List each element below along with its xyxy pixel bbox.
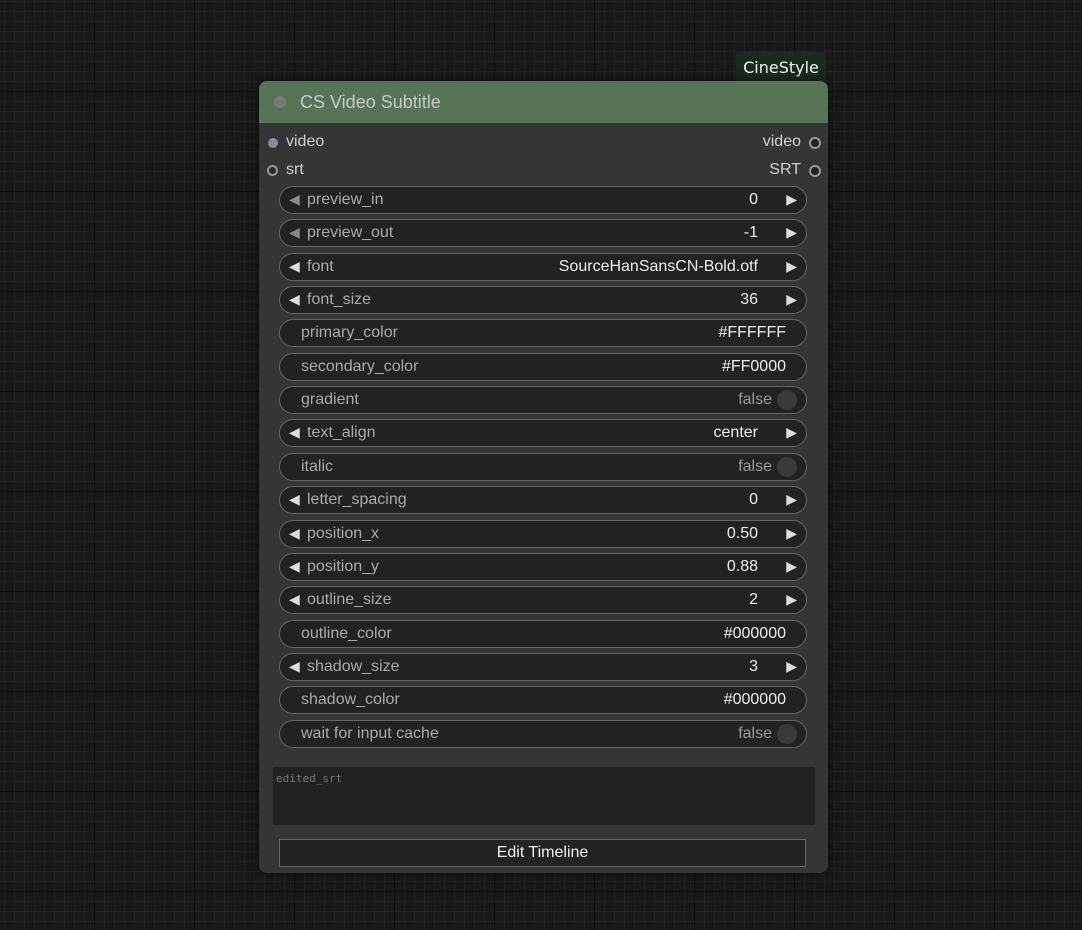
decrement-arrow-icon[interactable]: ◀ — [289, 658, 300, 675]
widget-label: shadow_color — [301, 691, 400, 708]
decrement-arrow-icon[interactable]: ◀ — [289, 224, 300, 241]
widget-font-size[interactable]: ◀ font_size 36 ▶ — [279, 286, 807, 314]
srt-output-dot-icon[interactable] — [809, 165, 821, 177]
increment-arrow-icon[interactable]: ▶ — [786, 558, 797, 575]
slot-row-srt: srt SRT — [259, 160, 828, 182]
widget-label: letter_spacing — [307, 491, 407, 508]
widget-value[interactable]: 0.88 — [727, 558, 758, 576]
widget-secondary-color[interactable]: secondary_color #FF0000 — [279, 353, 807, 381]
widget-label: gradient — [301, 391, 359, 408]
widget-value[interactable]: #000000 — [724, 625, 786, 643]
widget-value[interactable]: center — [714, 424, 758, 442]
collapse-dot-icon[interactable] — [274, 96, 286, 108]
toggle-knob-icon[interactable] — [777, 457, 797, 477]
widget-position-x[interactable]: ◀ position_x 0.50 ▶ — [279, 520, 807, 548]
widget-value: false — [738, 458, 772, 475]
srt-input-dot-icon[interactable] — [267, 165, 278, 176]
widget-shadow-size[interactable]: ◀ shadow_size 3 ▶ — [279, 653, 807, 681]
increment-arrow-icon[interactable]: ▶ — [786, 658, 797, 675]
widget-label: position_x — [307, 525, 380, 542]
widget-shadow-color[interactable]: shadow_color #000000 — [279, 686, 807, 714]
slot-row-video: video video — [259, 132, 828, 154]
widget-value[interactable]: #000000 — [724, 691, 786, 709]
widget-label: font_size — [307, 291, 372, 308]
widget-label: preview_out — [307, 224, 394, 241]
widget-outline-size[interactable]: ◀ outline_size 2 ▶ — [279, 586, 807, 614]
video-input-dot-icon[interactable] — [268, 138, 278, 148]
decrement-arrow-icon[interactable]: ◀ — [289, 424, 300, 441]
edited-srt-textarea[interactable]: edited_srt — [273, 767, 815, 825]
widget-label: italic — [301, 458, 334, 475]
node-title-bar[interactable]: CS Video Subtitle — [259, 81, 828, 123]
increment-arrow-icon[interactable]: ▶ — [786, 258, 797, 275]
widget-value: false — [738, 725, 772, 742]
widget-value[interactable]: -1 — [744, 224, 758, 242]
increment-arrow-icon[interactable]: ▶ — [786, 224, 797, 241]
video-output-dot-icon[interactable] — [809, 137, 821, 149]
widget-preview-out[interactable]: ◀ preview_out -1 ▶ — [279, 219, 807, 247]
decrement-arrow-icon[interactable]: ◀ — [289, 491, 300, 508]
toggle-knob-icon[interactable] — [777, 724, 797, 744]
widget-label: outline_color — [301, 625, 392, 642]
widget-label: outline_size — [307, 591, 392, 608]
widget-label: font — [307, 258, 334, 275]
decrement-arrow-icon[interactable]: ◀ — [289, 291, 300, 308]
edit-timeline-button[interactable]: Edit Timeline — [279, 839, 806, 867]
widget-value[interactable]: #FF0000 — [722, 358, 786, 376]
decrement-arrow-icon[interactable]: ◀ — [289, 258, 300, 275]
decrement-arrow-icon[interactable]: ◀ — [289, 558, 300, 575]
widget-font[interactable]: ◀ font SourceHanSansCN-Bold.otf ▶ — [279, 253, 807, 281]
cs-video-subtitle-node[interactable]: CS Video Subtitle video video srt SRT ◀ p… — [259, 81, 828, 873]
video-output-label: video — [762, 133, 801, 150]
widget-text-align[interactable]: ◀ text_align center ▶ — [279, 419, 807, 447]
increment-arrow-icon[interactable]: ▶ — [786, 525, 797, 542]
decrement-arrow-icon[interactable]: ◀ — [289, 591, 300, 608]
increment-arrow-icon[interactable]: ▶ — [786, 424, 797, 441]
widget-primary-color[interactable]: primary_color #FFFFFF — [279, 319, 807, 347]
widget-label: preview_in — [307, 191, 384, 208]
widget-value[interactable]: SourceHanSansCN-Bold.otf — [559, 258, 758, 276]
widget-label: shadow_size — [307, 658, 400, 675]
widget-value: false — [738, 391, 772, 408]
widget-position-y[interactable]: ◀ position_y 0.88 ▶ — [279, 553, 807, 581]
widget-label: primary_color — [301, 324, 398, 341]
widget-letter-spacing[interactable]: ◀ letter_spacing 0 ▶ — [279, 486, 807, 514]
increment-arrow-icon[interactable]: ▶ — [786, 591, 797, 608]
toggle-knob-icon[interactable] — [777, 390, 797, 410]
widget-value[interactable]: 36 — [740, 291, 758, 309]
widget-wait-for-input-cache[interactable]: wait for input cache false — [279, 720, 807, 748]
widget-gradient[interactable]: gradient false — [279, 386, 807, 414]
widget-preview-in[interactable]: ◀ preview_in 0 ▶ — [279, 186, 807, 214]
widget-label: secondary_color — [301, 358, 419, 375]
widget-label: wait for input cache — [301, 725, 439, 742]
widget-label: text_align — [307, 424, 376, 441]
increment-arrow-icon[interactable]: ▶ — [786, 491, 797, 508]
srt-output-label: SRT — [769, 161, 801, 178]
increment-arrow-icon[interactable]: ▶ — [786, 291, 797, 308]
widget-value[interactable]: #FFFFFF — [718, 324, 786, 342]
video-input-label: video — [286, 133, 325, 150]
widget-italic[interactable]: italic false — [279, 453, 807, 481]
widget-value[interactable]: 2 — [749, 591, 758, 609]
decrement-arrow-icon[interactable]: ◀ — [289, 525, 300, 542]
increment-arrow-icon[interactable]: ▶ — [786, 191, 797, 208]
widget-outline-color[interactable]: outline_color #000000 — [279, 620, 807, 648]
node-title: CS Video Subtitle — [300, 92, 441, 112]
decrement-arrow-icon[interactable]: ◀ — [289, 191, 300, 208]
widget-value[interactable]: 0 — [749, 491, 758, 509]
widget-label: position_y — [307, 558, 380, 575]
srt-input-label: srt — [286, 161, 304, 178]
node-badge: CineStyle — [736, 52, 826, 82]
widget-value[interactable]: 0.50 — [727, 525, 758, 543]
widget-value[interactable]: 0 — [749, 191, 758, 209]
widget-value[interactable]: 3 — [749, 658, 758, 676]
